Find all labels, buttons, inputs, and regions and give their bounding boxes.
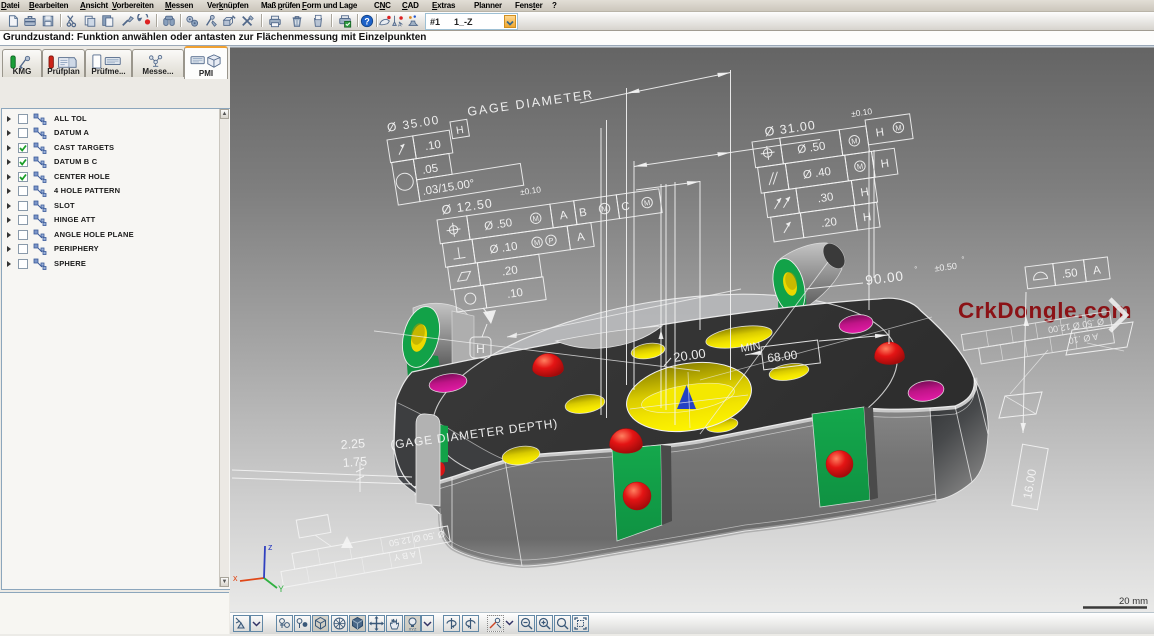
- svg-text:.50: .50: [1061, 267, 1078, 281]
- svg-text:M: M: [533, 238, 540, 248]
- svg-text:.10: .10: [424, 139, 442, 153]
- svg-text:M: M: [895, 123, 902, 133]
- svg-text:2.25: 2.25: [340, 436, 365, 452]
- svg-text:H: H: [476, 342, 485, 356]
- svg-text:.05: .05: [421, 162, 439, 176]
- svg-text:H: H: [875, 127, 885, 140]
- svg-text:z: z: [268, 542, 273, 552]
- svg-text:H: H: [862, 211, 872, 224]
- svg-text:XYZ: XYZ: [409, 627, 417, 632]
- svg-text:M: M: [601, 204, 608, 214]
- svg-text:?: ?: [364, 17, 369, 27]
- svg-text:.30: .30: [817, 191, 835, 205]
- svg-text:M: M: [856, 162, 863, 172]
- svg-text:H: H: [860, 186, 870, 199]
- svg-text:M: M: [532, 214, 539, 224]
- svg-text:M: M: [643, 198, 650, 208]
- svg-text:C: C: [621, 201, 631, 214]
- svg-text:.20: .20: [501, 264, 519, 278]
- svg-text:.20: .20: [820, 216, 838, 230]
- svg-text:A: A: [398, 22, 402, 28]
- svg-text:x: x: [233, 573, 238, 583]
- svg-text:Y: Y: [278, 584, 284, 594]
- svg-text:H: H: [880, 158, 890, 171]
- svg-text:20 mm: 20 mm: [1119, 596, 1148, 607]
- svg-text:CrkDongle.com: CrkDongle.com: [958, 298, 1132, 323]
- svg-text:M: M: [851, 136, 858, 146]
- svg-text:.10: .10: [506, 287, 524, 301]
